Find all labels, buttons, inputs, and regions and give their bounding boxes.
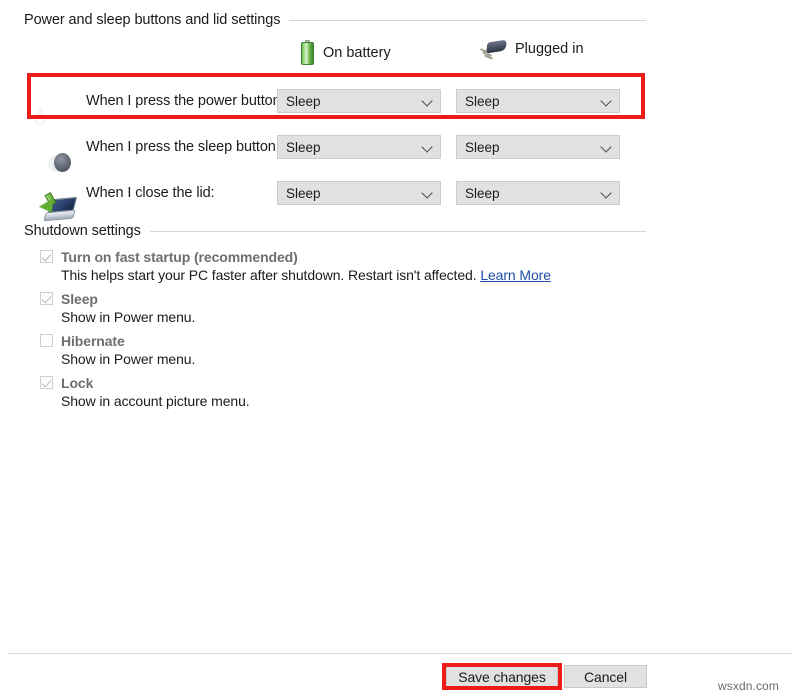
list-item: Turn on fast startup (recommended) This … <box>40 248 640 283</box>
checkbox-row-fast-startup[interactable]: Turn on fast startup (recommended) <box>40 248 640 265</box>
sleep-button-on-battery-dropdown[interactable]: Sleep <box>277 135 441 159</box>
checkbox-lock[interactable] <box>40 376 53 389</box>
shutdown-settings-list: Turn on fast startup (recommended) This … <box>40 248 640 416</box>
setting-label-power-button: When I press the power button: <box>86 93 285 109</box>
watermark: wsxdn.com <box>718 679 779 693</box>
sleep-button-on-battery-value: Sleep <box>286 140 422 155</box>
save-changes-button[interactable]: Save changes <box>446 665 558 688</box>
setting-row-sleep-button: When I press the sleep button: Sleep Sle… <box>0 124 800 170</box>
column-headers: On battery Plugged in <box>24 40 646 66</box>
power-button-plugged-in-value: Sleep <box>465 94 601 109</box>
checkbox-row-lock[interactable]: Lock <box>40 374 640 391</box>
list-item: Lock Show in account picture menu. <box>40 374 640 409</box>
sleep-button-plugged-in-dropdown[interactable]: Sleep <box>456 135 620 159</box>
column-label-plugged-in: Plugged in <box>515 41 584 57</box>
sleep-button-plugged-in-value: Sleep <box>465 140 601 155</box>
checkbox-label-fast-startup: Turn on fast startup (recommended) <box>61 249 298 265</box>
checkbox-description-sleep: Show in Power menu. <box>61 309 640 325</box>
power-button-on-battery-dropdown[interactable]: Sleep <box>277 89 441 113</box>
checkbox-row-hibernate[interactable]: Hibernate <box>40 332 640 349</box>
checkbox-description-fast-startup: This helps start your PC faster after sh… <box>61 267 640 283</box>
checkbox-label-sleep: Sleep <box>61 291 98 307</box>
chevron-down-icon <box>601 141 613 153</box>
column-header-on-battery: On battery <box>301 40 391 65</box>
cancel-button[interactable]: Cancel <box>564 665 647 688</box>
close-lid-plugged-in-value: Sleep <box>465 186 601 201</box>
close-lid-on-battery-dropdown[interactable]: Sleep <box>277 181 441 205</box>
column-header-plugged-in: Plugged in <box>480 40 584 58</box>
power-button-plugged-in-dropdown[interactable]: Sleep <box>456 89 620 113</box>
learn-more-link[interactable]: Learn More <box>480 267 551 283</box>
chevron-down-icon <box>422 187 434 199</box>
checkbox-description-hibernate: Show in Power menu. <box>61 351 640 367</box>
section-title-shutdown: Shutdown settings <box>24 223 150 239</box>
checkbox-label-lock: Lock <box>61 375 93 391</box>
power-options-panel: Power and sleep buttons and lid settings… <box>0 0 800 696</box>
checkbox-row-sleep[interactable]: Sleep <box>40 290 640 307</box>
chevron-down-icon <box>601 95 613 107</box>
list-item: Sleep Show in Power menu. <box>40 290 640 325</box>
fast-startup-description-text: This helps start your PC faster after sh… <box>61 267 477 283</box>
chevron-down-icon <box>601 187 613 199</box>
section-rule-power <box>289 20 646 21</box>
list-item: Hibernate Show in Power menu. <box>40 332 640 367</box>
setting-row-close-lid: When I close the lid: Sleep Sleep <box>0 170 800 216</box>
close-lid-plugged-in-dropdown[interactable]: Sleep <box>456 181 620 205</box>
column-label-on-battery: On battery <box>323 45 391 61</box>
checkbox-hibernate[interactable] <box>40 334 53 347</box>
footer-divider <box>8 653 792 654</box>
close-lid-on-battery-value: Sleep <box>286 186 422 201</box>
checkbox-label-hibernate: Hibernate <box>61 333 125 349</box>
setting-label-sleep-button: When I press the sleep button: <box>86 139 280 155</box>
section-header-power: Power and sleep buttons and lid settings <box>24 12 646 28</box>
battery-icon <box>301 40 314 65</box>
settings-rows: When I press the power button: Sleep Sle… <box>0 78 800 216</box>
power-plug-icon <box>480 40 506 58</box>
section-header-shutdown: Shutdown settings <box>24 223 646 239</box>
chevron-down-icon <box>422 141 434 153</box>
checkbox-sleep[interactable] <box>40 292 53 305</box>
setting-row-power-button: When I press the power button: Sleep Sle… <box>0 78 800 124</box>
checkbox-fast-startup[interactable] <box>40 250 53 263</box>
section-rule-shutdown <box>150 231 646 232</box>
section-title-power: Power and sleep buttons and lid settings <box>24 12 289 28</box>
checkbox-description-lock: Show in account picture menu. <box>61 393 640 409</box>
setting-label-close-lid: When I close the lid: <box>86 185 214 201</box>
power-button-on-battery-value: Sleep <box>286 94 422 109</box>
chevron-down-icon <box>422 95 434 107</box>
